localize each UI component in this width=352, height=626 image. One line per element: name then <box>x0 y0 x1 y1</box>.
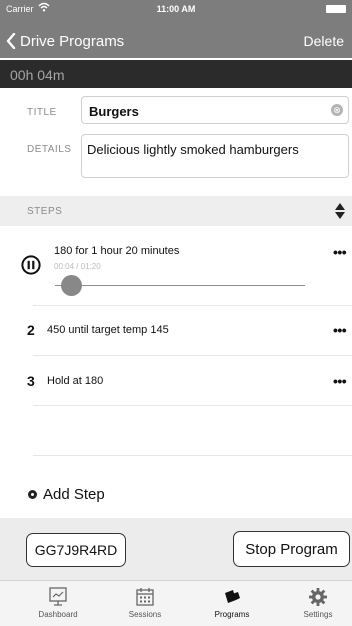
step-1-progress-thumb[interactable] <box>61 275 82 296</box>
add-step-label: Add Step <box>43 486 105 503</box>
program-code-button[interactable]: GG7J9R4RD <box>26 533 126 567</box>
gear-icon <box>278 586 352 608</box>
step-2-number: 2 <box>27 322 35 338</box>
tab-dashboard-label: Dashboard <box>38 610 78 619</box>
step-1-progress-text: 00:04 / 01:20 <box>54 262 101 271</box>
step-2-text: 450 until target temp 145 <box>47 324 169 336</box>
divider <box>33 305 352 306</box>
status-bar: Carrier 11:00 AM <box>0 0 352 18</box>
tab-dashboard[interactable]: Dashboard <box>18 586 98 619</box>
battery-icon <box>326 5 346 13</box>
details-label: DETAILS <box>27 144 72 155</box>
back-button[interactable]: Drive Programs <box>6 28 124 54</box>
title-value[interactable]: Burgers <box>89 104 139 119</box>
add-step-button[interactable]: Add Step <box>28 486 105 503</box>
tab-programs-label: Programs <box>214 610 250 619</box>
step-3-more-icon[interactable]: ••• <box>333 373 347 389</box>
sort-icon[interactable] <box>334 202 346 220</box>
tab-programs[interactable]: Programs <box>192 586 272 619</box>
step-1-more-icon[interactable]: ••• <box>333 244 347 260</box>
chevron-left-icon <box>6 33 16 49</box>
divider <box>33 405 352 406</box>
delete-button[interactable]: Delete <box>304 33 344 49</box>
tab-settings[interactable]: Settings <box>278 586 352 619</box>
elapsed-timer: 00h 04m <box>10 67 65 83</box>
status-time: 11:00 AM <box>156 4 196 14</box>
divider <box>33 455 352 456</box>
dashboard-icon <box>18 586 98 608</box>
step-3-number: 3 <box>27 373 35 389</box>
step-1-progress-track <box>55 285 305 286</box>
step-3-text: Hold at 180 <box>47 375 104 387</box>
tab-sessions-label: Sessions <box>128 610 162 619</box>
pause-icon[interactable] <box>21 255 41 275</box>
title-label: TITLE <box>27 107 57 118</box>
clear-icon[interactable]: ⊗ <box>331 104 343 116</box>
programs-icon <box>192 586 272 608</box>
details-value[interactable]: Delicious lightly smoked hamburgers <box>87 142 299 157</box>
divider <box>33 355 352 356</box>
tab-sessions[interactable]: Sessions <box>105 586 185 619</box>
back-button-label: Drive Programs <box>20 32 125 50</box>
tab-settings-label: Settings <box>303 610 333 619</box>
steps-label: STEPS <box>27 206 63 217</box>
step-1-text: 180 for 1 hour 20 minutes <box>54 245 180 257</box>
calendar-icon <box>105 586 185 608</box>
step-2-more-icon[interactable]: ••• <box>333 322 347 338</box>
add-icon <box>28 490 37 499</box>
stop-program-button[interactable]: Stop Program <box>233 531 350 567</box>
